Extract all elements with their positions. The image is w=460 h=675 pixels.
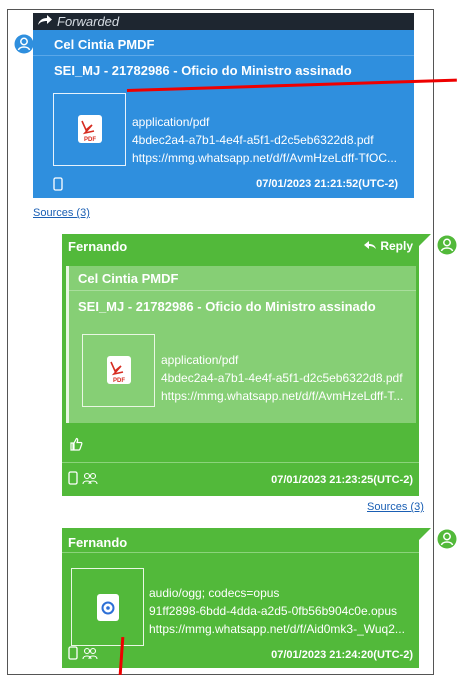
- pdf-icon: PDF: [78, 115, 102, 143]
- forwarded-label: Forwarded: [57, 14, 120, 29]
- attachment-info: application/pdf 4bdec2a4-a7b1-4e4f-a5f1-…: [132, 113, 397, 167]
- bubble-tail: [419, 234, 431, 246]
- quoted-message[interactable]: Cel Cintia PMDF SEI_MJ - 21782986 - Ofic…: [66, 266, 416, 423]
- contact-avatar-icon[interactable]: [14, 34, 34, 54]
- svg-text:PDF: PDF: [84, 137, 96, 143]
- divider: [33, 55, 414, 56]
- message-bubble-audio[interactable]: Fernando audio/ogg; codecs=opus 91ff2898…: [62, 528, 419, 668]
- message-timestamp: 07/01/2023 21:23:25(UTC-2): [271, 474, 413, 486]
- message-status-icons: [68, 471, 102, 490]
- attachment-filename[interactable]: 4bdec2a4-a7b1-4e4f-a5f1-d2c5eb6322d8.pdf: [161, 369, 403, 387]
- attachment-url[interactable]: https://mmg.whatsapp.net/d/f/AvmHzeLdff-…: [161, 387, 403, 405]
- reply-button[interactable]: Reply: [363, 239, 413, 253]
- group-icon: [82, 472, 98, 485]
- quoted-sender: Cel Cintia PMDF: [78, 271, 179, 286]
- attachment-mime: audio/ogg; codecs=opus: [149, 586, 280, 600]
- divider: [62, 552, 419, 553]
- message-bubble-forwarded[interactable]: Cel Cintia PMDF SEI_MJ - 21782986 - Ofic…: [33, 30, 414, 198]
- attachment-mime: application/pdf: [161, 353, 239, 367]
- svg-text:PDF: PDF: [113, 378, 125, 384]
- attachment-filename[interactable]: 4bdec2a4-a7b1-4e4f-a5f1-d2c5eb6322d8.pdf: [132, 131, 397, 149]
- sender-name: Cel Cintia PMDF: [54, 37, 155, 52]
- pdf-icon: PDF: [107, 356, 131, 384]
- quoted-subject: SEI_MJ - 21782986 - Oficio do Ministro a…: [78, 299, 376, 314]
- attachment-filename[interactable]: 91ff2898-6bdd-4dda-a2d5-0fb56b904c0e.opu…: [149, 602, 405, 620]
- group-icon: [82, 647, 98, 660]
- phone-icon: [68, 471, 78, 485]
- message-timestamp: 07/01/2023 21:21:52(UTC-2): [256, 178, 398, 190]
- forwarded-bar: Forwarded: [33, 13, 414, 30]
- message-timestamp: 07/01/2023 21:24:20(UTC-2): [271, 649, 413, 661]
- attachment-url[interactable]: https://mmg.whatsapp.net/d/f/AvmHzeLdff-…: [132, 149, 397, 167]
- reply-arrow-icon: [363, 241, 376, 249]
- audio-file-icon: [97, 594, 119, 621]
- attachment-thumbnail[interactable]: [71, 568, 144, 646]
- phone-icon: [68, 646, 78, 660]
- attachment-thumbnail[interactable]: PDF: [82, 334, 155, 407]
- sources-link[interactable]: Sources (3): [33, 207, 90, 219]
- attachment-info: audio/ogg; codecs=opus 91ff2898-6bdd-4dd…: [149, 584, 405, 638]
- bubble-tail: [419, 528, 431, 540]
- contact-avatar-icon[interactable]: [437, 529, 457, 549]
- attachment-thumbnail[interactable]: PDF: [53, 93, 126, 166]
- thumbs-up-icon: [69, 437, 83, 456]
- sources-link[interactable]: Sources (3): [367, 501, 424, 513]
- divider: [69, 290, 416, 291]
- sender-name: Fernando: [68, 535, 128, 550]
- divider: [62, 462, 419, 463]
- forward-arrow-icon: [37, 13, 57, 30]
- message-status-icons: [68, 646, 102, 665]
- message-subject: SEI_MJ - 21782986 - Oficio do Ministro a…: [54, 63, 352, 78]
- contact-avatar-icon[interactable]: [437, 235, 457, 255]
- message-bubble-reply[interactable]: Fernando Reply Cel Cintia PMDF SEI_MJ - …: [62, 234, 419, 496]
- phone-icon: [53, 177, 63, 196]
- attachment-url[interactable]: https://mmg.whatsapp.net/d/f/Aid0mk3-_Wu…: [149, 620, 405, 638]
- reply-label: Reply: [380, 239, 413, 253]
- sender-name: Fernando: [68, 239, 128, 254]
- attachment-info: application/pdf 4bdec2a4-a7b1-4e4f-a5f1-…: [161, 351, 403, 405]
- attachment-mime: application/pdf: [132, 115, 210, 129]
